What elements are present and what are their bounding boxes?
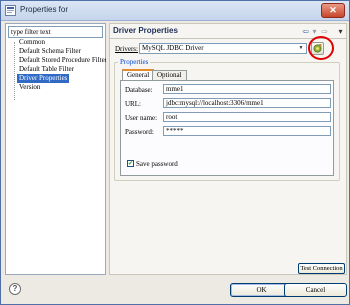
password-label: Password:	[125, 128, 154, 136]
help-icon[interactable]: ?	[9, 283, 21, 295]
tree-item-common[interactable]: Common	[17, 38, 47, 47]
tree-item-version[interactable]: Version	[17, 83, 42, 92]
filter-input[interactable]: type filter text	[8, 26, 103, 38]
url-label: URL:	[125, 100, 141, 108]
url-field[interactable]: jdbc:mysql://localhost:3306/mme1	[163, 98, 331, 108]
forward-arrow-icon[interactable]: ⇨	[320, 27, 329, 36]
password-field[interactable]: *****	[163, 126, 331, 136]
properties-dialog: Properties for ✕ type filter text Common…	[0, 0, 350, 305]
tree-item-default-stored-procedure-filter[interactable]: Default Stored Procedure Filter	[17, 56, 109, 65]
tab-optional[interactable]: Optional	[152, 70, 187, 80]
general-tab-panel: Database: mme1 URL: jdbc:mysql://localho…	[120, 80, 334, 176]
database-field[interactable]: mme1	[163, 84, 331, 94]
driver-select[interactable]: MySQL JDBC Driver ▼	[139, 43, 307, 54]
user-name-label: User name:	[125, 114, 158, 122]
properties-legend: Properties	[118, 58, 151, 66]
cancel-button[interactable]: Cancel	[284, 283, 347, 297]
tree-item-driver-properties[interactable]: Driver Properties	[17, 74, 70, 83]
close-button[interactable]: ✕	[321, 3, 345, 18]
save-password-checkbox[interactable]: ✔	[127, 160, 134, 167]
view-menu-icon[interactable]: ▾	[336, 27, 345, 36]
window-title: Properties for	[20, 5, 69, 14]
tab-general[interactable]: General	[122, 69, 155, 80]
highlight-circle	[308, 36, 334, 60]
back-dropdown-icon[interactable]: ▾	[310, 27, 319, 36]
save-password-label[interactable]: Save password	[136, 160, 178, 168]
driver-label: Drivers:	[115, 45, 138, 53]
check-icon: ✔	[128, 161, 134, 167]
driver-select-value: MySQL JDBC Driver	[142, 44, 204, 52]
test-connection-button[interactable]: Test Connection	[298, 263, 345, 274]
tree-connector	[14, 42, 15, 100]
user-name-field[interactable]: root	[163, 112, 331, 122]
app-icon	[5, 5, 16, 16]
page-content: Driver Properties ⇦ ▾ ⇨ ▾ Drivers: MySQL…	[109, 23, 347, 275]
title-bar[interactable]: Properties for ✕	[1, 1, 349, 21]
navigation-pane: type filter text Common Default Schema F…	[5, 23, 109, 275]
back-arrow-icon[interactable]: ⇦	[301, 27, 310, 36]
tree-item-default-table-filter[interactable]: Default Table Filter	[17, 65, 76, 74]
chevron-down-icon[interactable]: ▼	[297, 45, 305, 52]
database-label: Database:	[125, 86, 153, 94]
tree-item-default-schema-filter[interactable]: Default Schema Filter	[17, 47, 83, 56]
page-title: Driver Properties	[113, 26, 178, 35]
close-icon: ✕	[329, 5, 337, 15]
